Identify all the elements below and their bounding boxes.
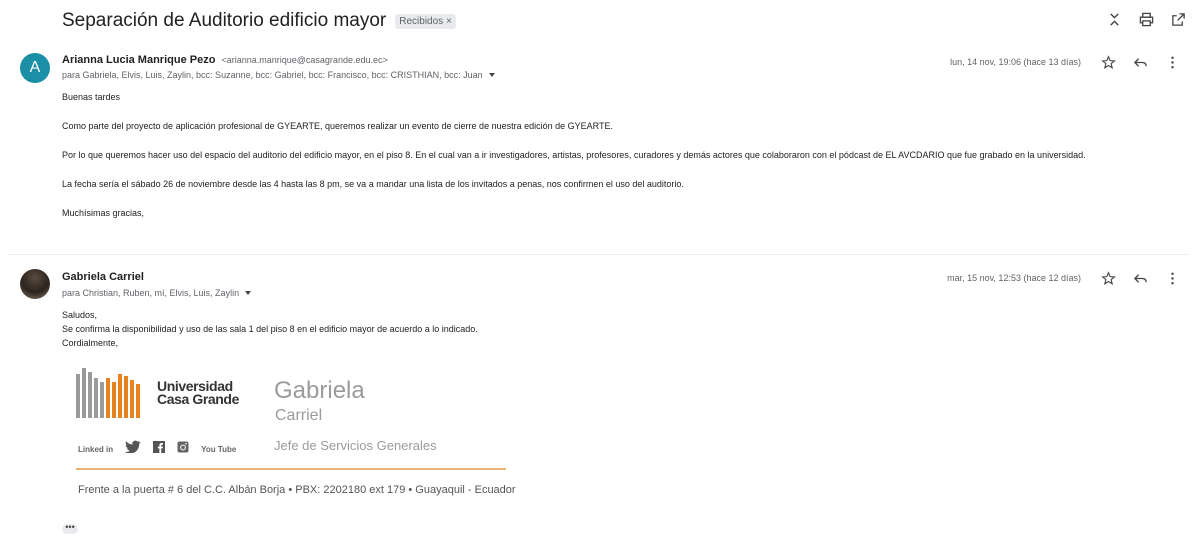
university-name: Universidad Casa Grande — [157, 379, 239, 407]
message-body: Saludos, Se confirma la disponibilidad y… — [62, 309, 478, 350]
sender-name[interactable]: Arianna Lucia Manrique Pezo — [62, 54, 215, 66]
signature-surname: Carriel — [275, 407, 323, 424]
university-name-line2: Casa Grande — [157, 391, 239, 407]
recipients-text: para Gabriela, Elvis, Luis, Zaylin, bcc:… — [62, 70, 483, 80]
more-options-icon[interactable] — [1163, 53, 1181, 71]
signature-name: Gabriela — [274, 377, 365, 404]
message-body: Buenas tardes Como parte del proyecto de… — [62, 91, 1172, 220]
message-date: mar, 15 nov, 12:53 (hace 12 días) — [947, 273, 1081, 283]
avatar: A — [20, 53, 50, 83]
sender-line: Gabriela Carriel — [62, 271, 144, 283]
sender-email: <arianna.manrique@casagrande.edu.ec> — [221, 55, 388, 65]
reply-icon[interactable] — [1131, 269, 1149, 287]
sender-line: Arianna Lucia Manrique Pezo <arianna.man… — [62, 54, 388, 66]
instagram-icon[interactable] — [177, 440, 189, 458]
twitter-icon[interactable] — [125, 440, 141, 458]
body-paragraph: Buenas tardes — [62, 92, 121, 102]
facebook-icon[interactable] — [153, 440, 166, 458]
star-icon[interactable] — [1099, 269, 1117, 287]
signature-address: Frente a la puerta # 6 del C.C. Albán Bo… — [78, 484, 516, 496]
body-paragraph: Cordialmente, — [62, 338, 119, 348]
recipients: para Gabriela, Elvis, Luis, Zaylin, bcc:… — [62, 70, 495, 80]
message-date: lun, 14 nov, 19:06 (hace 13 días) — [950, 57, 1081, 67]
reply-icon[interactable] — [1131, 53, 1149, 71]
body-paragraph: Se confirma la disponibilidad y uso de l… — [62, 324, 478, 334]
university-logo — [76, 368, 140, 418]
message-actions: mar, 15 nov, 12:53 (hace 12 días) — [947, 269, 1181, 287]
body-paragraph: La fecha sería el sábado 26 de noviembre… — [62, 179, 684, 189]
recipients: para Christian, Ruben, mí, Elvis, Luis, … — [62, 288, 252, 298]
linkedin-icon[interactable]: Linked in — [78, 445, 113, 454]
recipients-text: para Christian, Ruben, mí, Elvis, Luis, … — [62, 288, 240, 298]
avatar-letter: A — [29, 59, 41, 76]
message-1: A Arianna Lucia Manrique Pezo <arianna.m… — [0, 0, 1197, 250]
star-icon[interactable] — [1099, 53, 1117, 71]
more-options-icon[interactable] — [1163, 269, 1181, 287]
body-paragraph: Muchísimas gracias, — [62, 208, 145, 218]
message-divider — [8, 254, 1189, 255]
sender-name[interactable]: Gabriela Carriel — [62, 271, 144, 283]
show-trimmed-content-button[interactable]: ••• — [62, 523, 78, 534]
avatar — [20, 269, 50, 299]
show-details-icon[interactable] — [245, 291, 252, 295]
youtube-icon[interactable]: You Tube — [201, 445, 236, 454]
body-paragraph: Por lo que queremos hacer uso del espaci… — [62, 150, 1086, 160]
show-details-icon[interactable] — [488, 73, 495, 77]
signature-divider — [76, 468, 506, 470]
signature-role: Jefe de Servicios Generales — [274, 438, 437, 453]
body-paragraph: Saludos, — [62, 310, 98, 320]
body-paragraph: Como parte del proyecto de aplicación pr… — [62, 121, 613, 131]
social-links: Linked in You Tube — [78, 440, 236, 458]
email-signature: Universidad Casa Grande Gabriela Carriel… — [76, 366, 516, 506]
message-actions: lun, 14 nov, 19:06 (hace 13 días) — [950, 53, 1181, 71]
